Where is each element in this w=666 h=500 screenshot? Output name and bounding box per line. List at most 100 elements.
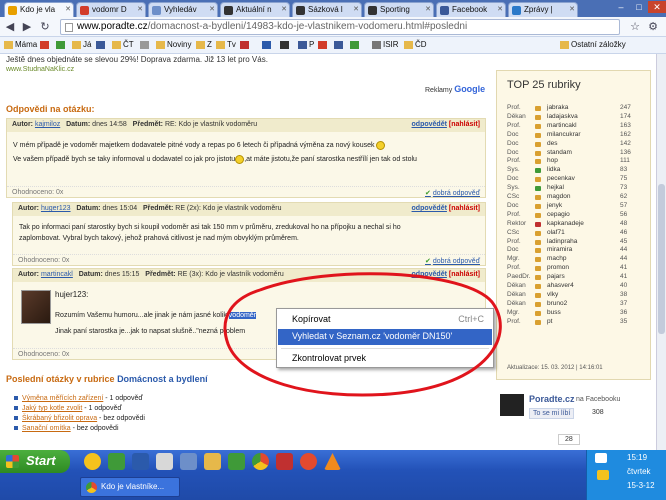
author-link[interactable]: martincakl bbox=[41, 271, 73, 278]
network-icon[interactable] bbox=[595, 453, 607, 463]
bookmark-item[interactable]: Z bbox=[196, 40, 212, 49]
calc-icon[interactable] bbox=[180, 453, 197, 470]
question-link[interactable]: Sanační omítka bbox=[22, 425, 71, 432]
app-icon[interactable] bbox=[276, 453, 293, 470]
vlc-icon[interactable] bbox=[324, 453, 341, 470]
bookmark-item[interactable]: Ostatní záložky bbox=[560, 40, 626, 49]
user-link[interactable]: pt bbox=[547, 318, 552, 327]
chrome-icon[interactable] bbox=[252, 453, 269, 470]
author-link[interactable]: kajmiloz bbox=[35, 121, 60, 128]
browser-tab[interactable]: Kdo je vla ✕ bbox=[4, 2, 74, 17]
user-link[interactable]: hop bbox=[547, 157, 558, 166]
bookmark-item[interactable]: Máma bbox=[4, 40, 37, 49]
start-button[interactable]: Start bbox=[0, 450, 70, 473]
menu-item-inspect[interactable]: Zkontrolovat prvek bbox=[278, 351, 492, 367]
user-link[interactable]: des bbox=[547, 140, 557, 149]
star-quicklaunch-icon[interactable] bbox=[84, 453, 101, 470]
author-link[interactable]: huger123 bbox=[41, 205, 71, 212]
clock-time[interactable]: 15:19 bbox=[627, 453, 647, 462]
paint-icon[interactable] bbox=[204, 453, 221, 470]
tab-close-icon[interactable]: ✕ bbox=[281, 5, 287, 13]
excel-icon[interactable] bbox=[228, 453, 245, 470]
menu-item-search[interactable]: Vyhledat v Seznam.cz 'vodoměr DN150' bbox=[278, 329, 492, 345]
user-link[interactable]: ahasver4 bbox=[547, 282, 574, 291]
reply-link[interactable]: odpovědět bbox=[412, 205, 447, 212]
user-link[interactable]: ladinpraha bbox=[547, 238, 577, 247]
tab-close-icon[interactable]: ✕ bbox=[137, 5, 143, 13]
ads-by-google[interactable]: Reklamy Google bbox=[425, 84, 485, 94]
user-link[interactable]: cepagio bbox=[547, 211, 570, 220]
tab-close-icon[interactable]: ✕ bbox=[569, 5, 575, 13]
user-link[interactable]: machp bbox=[547, 255, 567, 264]
url-bar[interactable]: www.poradte.cz/domacnost-a-bydleni/14983… bbox=[60, 19, 620, 35]
user-link[interactable]: jenyk bbox=[547, 202, 562, 211]
category-link[interactable]: Domácnost a bydlení bbox=[117, 374, 208, 384]
volume-icon[interactable] bbox=[597, 470, 609, 480]
bookmark-item[interactable]: Já bbox=[72, 40, 91, 49]
bookmark-item[interactable]: Noviny bbox=[156, 40, 191, 49]
bookmark-item[interactable]: P bbox=[298, 40, 314, 49]
user-link[interactable]: standam bbox=[547, 149, 572, 158]
firefox-icon[interactable] bbox=[300, 453, 317, 470]
browser-tab[interactable]: vodomr D ✕ bbox=[76, 2, 146, 17]
ad-link[interactable]: www.StudnaNaKlic.cz bbox=[6, 66, 74, 73]
user-link[interactable]: vlky bbox=[547, 291, 558, 300]
selected-text[interactable]: vodoměr bbox=[228, 312, 257, 319]
tab-close-icon[interactable]: ✕ bbox=[497, 5, 503, 13]
back-icon[interactable]: ◀ bbox=[3, 20, 17, 34]
user-link[interactable]: lidka bbox=[547, 166, 560, 175]
menu-item-copy[interactable]: Kopírovat Ctrl+C bbox=[278, 312, 492, 328]
reply-link[interactable]: odpovědět bbox=[412, 271, 447, 278]
user-link[interactable]: olaf71 bbox=[547, 229, 565, 238]
user-link[interactable]: miramira bbox=[547, 246, 572, 255]
browser-tab[interactable]: Zprávy | ✕ bbox=[508, 2, 578, 17]
star-icon[interactable]: ☆ bbox=[628, 20, 642, 34]
browser-tab[interactable]: Sporting ✕ bbox=[364, 2, 434, 17]
bookmark-item[interactable]: Tv bbox=[216, 40, 236, 49]
question-link[interactable]: Jaký typ kotle zvolit bbox=[22, 405, 82, 412]
forward-icon[interactable]: ▶ bbox=[20, 20, 34, 34]
facebook-like-button[interactable]: To se mi líbí bbox=[529, 408, 575, 419]
user-link[interactable]: jabraka bbox=[547, 104, 568, 113]
scroll-thumb[interactable] bbox=[658, 184, 665, 334]
close-window-button[interactable]: ✕ bbox=[648, 1, 666, 13]
question-link[interactable]: Škrábaný břizolit oprava bbox=[22, 415, 97, 422]
good-answer-link[interactable]: dobrá odpověď bbox=[433, 258, 480, 265]
user-link[interactable]: buss bbox=[547, 309, 561, 318]
user-link[interactable]: bruno2 bbox=[547, 300, 567, 309]
browser-tab[interactable]: Facebook ✕ bbox=[436, 2, 506, 17]
browser-tab[interactable]: Sázková l ✕ bbox=[292, 2, 362, 17]
maximize-button[interactable]: □ bbox=[630, 1, 648, 13]
user-link[interactable]: martincakl bbox=[547, 122, 577, 131]
question-link[interactable]: Výměna měřících zařízení bbox=[22, 395, 103, 402]
user-link[interactable]: magdon bbox=[547, 193, 571, 202]
good-answer-link[interactable]: dobrá odpověď bbox=[433, 190, 480, 197]
user-link[interactable]: hejkal bbox=[547, 184, 564, 193]
tab-close-icon[interactable]: ✕ bbox=[209, 5, 215, 13]
user-link[interactable]: ladajaskva bbox=[547, 113, 578, 122]
browser-tab[interactable]: Aktuální n ✕ bbox=[220, 2, 290, 17]
report-link[interactable]: [nahlásit] bbox=[449, 121, 480, 128]
ad-text[interactable]: Ještě dnes objednáte se slevou 29%! Dopr… bbox=[6, 55, 268, 74]
tab-close-icon[interactable]: ✕ bbox=[65, 5, 71, 13]
report-link[interactable]: [nahlásit] bbox=[449, 205, 480, 212]
user-link[interactable]: pajars bbox=[547, 273, 565, 282]
word-icon[interactable] bbox=[132, 453, 149, 470]
facebook-page-name[interactable]: Poradte.cz bbox=[529, 394, 575, 404]
user-link[interactable]: milancukrar bbox=[547, 131, 581, 140]
refresh-quicklaunch-icon[interactable] bbox=[108, 453, 125, 470]
report-link[interactable]: [nahlásit] bbox=[449, 271, 480, 278]
reply-link[interactable]: odpovědět bbox=[412, 121, 447, 128]
bookmark-item[interactable]: ČD bbox=[404, 40, 427, 49]
browser-tab[interactable]: Vyhledáv ✕ bbox=[148, 2, 218, 17]
user-link[interactable]: promon bbox=[547, 264, 569, 273]
bookmark-item[interactable]: ISIR bbox=[372, 40, 399, 49]
tab-close-icon[interactable]: ✕ bbox=[353, 5, 359, 13]
bookmark-item[interactable]: ČT bbox=[112, 40, 134, 49]
taskbar-chrome-window[interactable]: Kdo je vlastníke... bbox=[80, 477, 180, 497]
notepad-icon[interactable] bbox=[156, 453, 173, 470]
reload-icon[interactable]: ↻ bbox=[38, 20, 52, 34]
wrench-icon[interactable]: ⚙ bbox=[646, 20, 660, 34]
page-scrollbar[interactable] bbox=[656, 54, 666, 450]
tab-close-icon[interactable]: ✕ bbox=[425, 5, 431, 13]
